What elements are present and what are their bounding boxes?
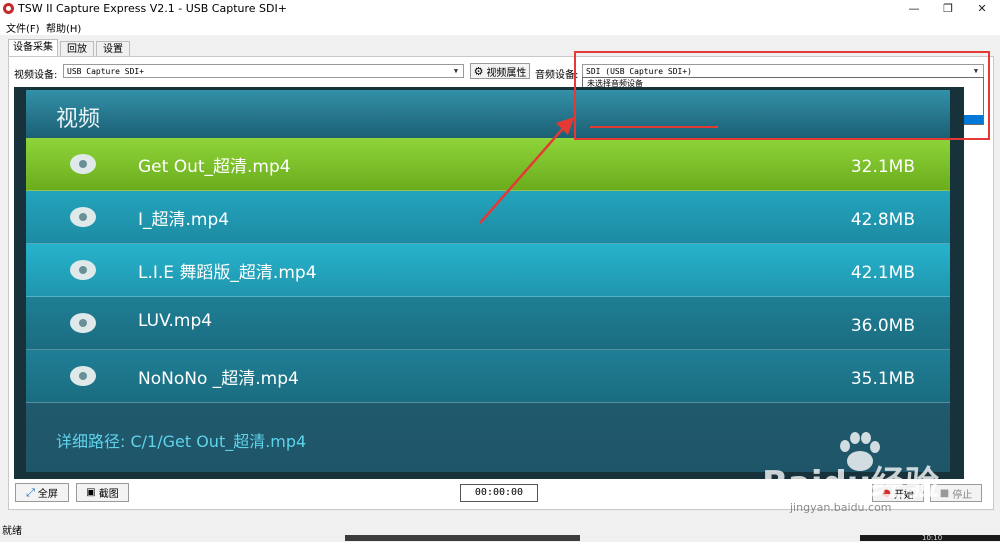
file-path: 详细路径: C/1/Get Out_超清.mp4 [56, 432, 307, 451]
fullscreen-button[interactable]: ⤢ 全屏 [15, 483, 69, 502]
close-button[interactable]: ✕ [966, 0, 998, 17]
film-reel-icon [70, 366, 96, 386]
expand-icon: ⤢ [26, 485, 35, 499]
menu-help[interactable]: 帮助(H) [46, 20, 81, 35]
file-name: I_超清.mp4 [138, 210, 230, 230]
video-device-value: USB Capture SDI+ [67, 67, 145, 76]
screenshot-button[interactable]: ▣ 截图 [76, 483, 129, 502]
menu-file[interactable]: 文件(F) [6, 20, 40, 35]
tab-playback[interactable]: 回放 [60, 41, 94, 57]
screen-title: 视频 [56, 107, 101, 132]
file-row[interactable]: L.I.E 舞蹈版_超清.mp4 42.1MB [26, 244, 950, 297]
file-name: Get Out_超清.mp4 [138, 157, 291, 177]
video-properties-label: 视频属性 [486, 67, 527, 79]
taskbar-strip [345, 535, 580, 541]
file-row[interactable]: NoNoNo _超清.mp4 35.1MB [26, 350, 950, 403]
maximize-button[interactable]: ❐ [932, 0, 964, 17]
chevron-down-icon: ▼ [453, 67, 459, 75]
file-name: NoNoNo _超清.mp4 [138, 369, 299, 389]
annotation-arrow [479, 117, 574, 224]
video-properties-button[interactable]: ⚙ 视频属性 [470, 63, 530, 79]
stop-icon: ■ [939, 487, 950, 499]
watermark-url: jingyan.baidu.com [790, 501, 892, 514]
film-reel-icon [70, 260, 96, 280]
watermark-logo: Baidu经验 [762, 464, 940, 504]
window-title: TSW II Capture Express V2.1 - USB Captur… [18, 2, 287, 15]
file-name: L.I.E 舞蹈版_超清.mp4 [138, 263, 317, 283]
video-device-label: 视频设备: [14, 70, 58, 81]
file-size: 32.1MB [850, 157, 915, 177]
stop-label: 停止 [952, 489, 973, 501]
app-icon [3, 3, 14, 14]
minimize-button[interactable]: — [898, 0, 930, 17]
file-row[interactable]: LUV.mp4 36.0MB [26, 297, 950, 350]
film-reel-icon [70, 207, 96, 227]
file-size: 42.1MB [850, 263, 915, 283]
file-size: 36.0MB [850, 316, 915, 336]
video-device-select[interactable]: USB Capture SDI+ ▼ [63, 64, 464, 78]
file-size: 35.1MB [850, 369, 915, 389]
film-reel-icon [70, 154, 96, 174]
fullscreen-label: 全屏 [37, 489, 58, 500]
menu-bar [0, 17, 1000, 35]
audio-device-label: 音频设备: [535, 70, 579, 81]
file-size: 42.8MB [850, 210, 915, 230]
annotation-underline [590, 126, 718, 128]
file-name: LUV.mp4 [138, 311, 213, 331]
row-divider [26, 402, 950, 403]
tab-settings[interactable]: 设置 [96, 41, 130, 57]
status-text: 就绪 [2, 526, 22, 537]
camera-icon: ▣ [86, 487, 96, 498]
gear-icon: ⚙ [473, 64, 484, 78]
film-reel-icon [70, 313, 96, 333]
timecode-display: 00:00:00 [460, 484, 538, 502]
screenshot-label: 截图 [98, 489, 119, 500]
